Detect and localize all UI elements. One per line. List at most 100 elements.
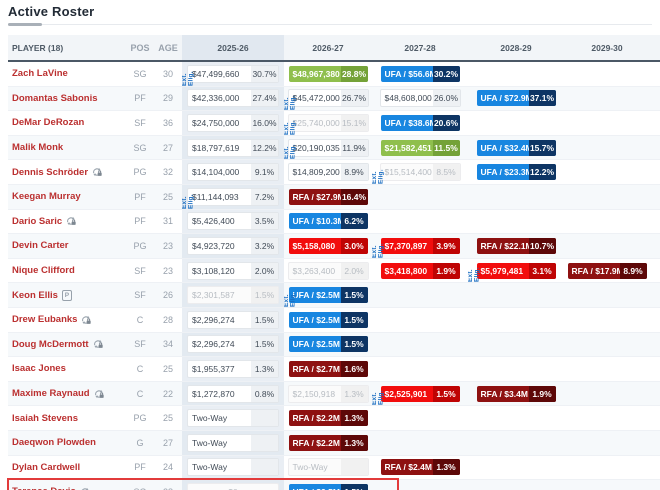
salary-pill: $48,967,38028.8%: [289, 66, 368, 82]
salary-cell: [372, 480, 468, 490]
table-row: Doug McDermottSF34$2,296,2741.5%UFA / $2…: [8, 333, 660, 358]
salary-cell: [564, 136, 650, 160]
salary-cell: $1,955,3771.3%: [182, 357, 284, 381]
table-row: Maxime RaynaudC22$1,272,8700.8%$2,150,91…: [8, 382, 660, 407]
salary-cell: Ext. Elig.$7,370,8973.9%: [372, 234, 468, 258]
ext-elig-label: Ext. Elig.: [182, 63, 195, 86]
cap-pct-badge: [251, 410, 278, 426]
salary-cell: $4,923,7203.2%: [182, 234, 284, 258]
salary-cell: $1,272,8700.8%: [182, 382, 284, 406]
salary-pill: $18,797,61912.2%: [187, 139, 279, 157]
salary-value: $3,418,800: [381, 263, 433, 279]
player-name-link[interactable]: Dario Saric: [12, 216, 62, 227]
age-label: 30: [154, 69, 182, 79]
cap-pct-badge: 1.3%: [341, 386, 368, 402]
salary-value: $21,582,451: [381, 140, 433, 156]
salary-cell: $2,296,2741.5%: [182, 333, 284, 357]
player-name-link[interactable]: Keon Ellis: [12, 290, 58, 301]
age-label: 34: [154, 339, 182, 349]
salary-cell: RFA / $2.2M1.3%: [284, 406, 372, 430]
age-label: 31: [154, 216, 182, 226]
player-name-link[interactable]: Dylan Cardwell: [12, 462, 80, 473]
player-name-link[interactable]: DeMar DeRozan: [12, 117, 84, 128]
player-name-link[interactable]: Drew Eubanks: [12, 314, 77, 325]
player-name-link[interactable]: Domantas Sabonis: [12, 93, 98, 104]
salary-cell: $3,263,4002.0%: [284, 259, 372, 283]
pos-label: PG: [126, 413, 154, 423]
salary-pill: $1,955,3771.3%: [187, 360, 279, 378]
player-cell: Drew Eubanks: [8, 314, 126, 325]
salary-cell: [564, 431, 650, 455]
ext-elig-label: Ext. Elig.: [182, 186, 195, 209]
player-name-link[interactable]: Dennis Schröder: [12, 167, 88, 178]
salary-value: RFA / $2.7M: [289, 361, 341, 377]
salary-value: UFA / $56.6M: [381, 66, 433, 82]
player-name-link[interactable]: Daeqwon Plowden: [12, 437, 96, 448]
player-cell: DeMar DeRozan: [8, 117, 126, 128]
salary-value: UFA / $32.4M: [477, 140, 529, 156]
salary-value: UFA / $72.9M: [477, 90, 529, 106]
cap-pct-badge: 1.5%: [341, 312, 368, 328]
cap-pct-badge: 2.0%: [251, 263, 278, 279]
pos-label: PG: [126, 241, 154, 251]
player-name-link[interactable]: Doug McDermott: [12, 339, 89, 350]
cap-pct-badge: 1.5%: [251, 287, 278, 303]
pos-label: SF: [126, 118, 154, 128]
player-cell: Keegan Murray: [8, 191, 126, 202]
salary-cell: [372, 308, 468, 332]
salary-cell: [372, 210, 468, 234]
player-name-link[interactable]: Isaac Jones: [12, 363, 66, 374]
player-cell: Malik Monk: [8, 142, 126, 153]
salary-pill: UFA / $56.6M30.2%: [381, 66, 460, 82]
salary-pill: $24,750,00016.0%: [187, 114, 279, 132]
cap-pct-badge: 1.3%: [341, 435, 368, 451]
salary-value: $47,499,660: [188, 66, 251, 82]
ext-elig-label: Ext. Elig.: [372, 382, 385, 405]
salary-value: $2,525,901: [381, 386, 433, 402]
salary-value: $3,263,400: [289, 263, 341, 279]
salary-cell: [564, 406, 650, 430]
salary-cell: $0: [182, 480, 284, 490]
salary-cell: $14,104,0009.1%: [182, 160, 284, 184]
salary-pill: $2,150,9181.3%: [288, 385, 369, 403]
salary-pill: $21,582,45111.5%: [381, 140, 460, 156]
salary-pill: $42,336,00027.4%: [187, 89, 279, 107]
player-cell: Keon EllisP: [8, 290, 126, 301]
salary-cell: Ext. Elig.UFA / $2.5M1.5%: [284, 283, 372, 307]
salary-cell: Ext. Elig.$25,740,00015.1%: [284, 111, 372, 135]
cap-pct-badge: 8.5%: [433, 164, 460, 180]
salary-cell: Ext. Elig.$2,525,9011.5%: [372, 382, 468, 406]
player-cell: Isaiah Stevens: [8, 413, 126, 424]
player-name-link[interactable]: Devin Carter: [12, 240, 69, 251]
salary-value: $5,979,481: [477, 263, 529, 279]
player-name-link[interactable]: Keegan Murray: [12, 191, 81, 202]
player-cell: Maxime Raynaud: [8, 388, 126, 399]
salary-value: Two-Way: [188, 459, 251, 475]
roster-table: PLAYER (18) POS AGE 2025-26 2026-27 2027…: [8, 35, 660, 490]
salary-cell: [468, 62, 564, 86]
salary-pill: $5,158,0803.0%: [289, 238, 368, 254]
age-label: 36: [154, 118, 182, 128]
player-name-link[interactable]: Maxime Raynaud: [12, 388, 90, 399]
salary-cell: $48,967,38028.8%: [284, 62, 372, 86]
player-cell: Daeqwon Plowden: [8, 437, 126, 448]
salary-cell: [468, 406, 564, 430]
salary-value: $7,370,897: [381, 238, 433, 254]
salary-pill: $2,296,2741.5%: [187, 311, 279, 329]
player-name-link[interactable]: Isaiah Stevens: [12, 413, 78, 424]
player-name-link[interactable]: Malik Monk: [12, 142, 63, 153]
player-name-link[interactable]: Nique Clifford: [12, 265, 75, 276]
cap-pct-badge: 1.6%: [341, 361, 368, 377]
salary-value: $24,750,000: [188, 115, 251, 131]
salary-value: $3,108,120: [188, 263, 251, 279]
cap-pct-badge: 6.2%: [341, 213, 368, 229]
cap-pct-badge: 1.5%: [433, 386, 460, 402]
cap-pct-badge: 1.9%: [433, 263, 460, 279]
salary-value: UFA / $2.5M: [289, 336, 341, 352]
salary-cell: [564, 357, 650, 381]
cap-pct-badge: 1.3%: [251, 361, 278, 377]
player-name-link[interactable]: Terence Davis: [12, 486, 76, 490]
col-header-year-2027-28: 2027-28: [372, 35, 468, 60]
salary-cell: RFA / $2.4M1.3%: [372, 456, 468, 480]
player-name-link[interactable]: Zach LaVine: [12, 68, 68, 79]
